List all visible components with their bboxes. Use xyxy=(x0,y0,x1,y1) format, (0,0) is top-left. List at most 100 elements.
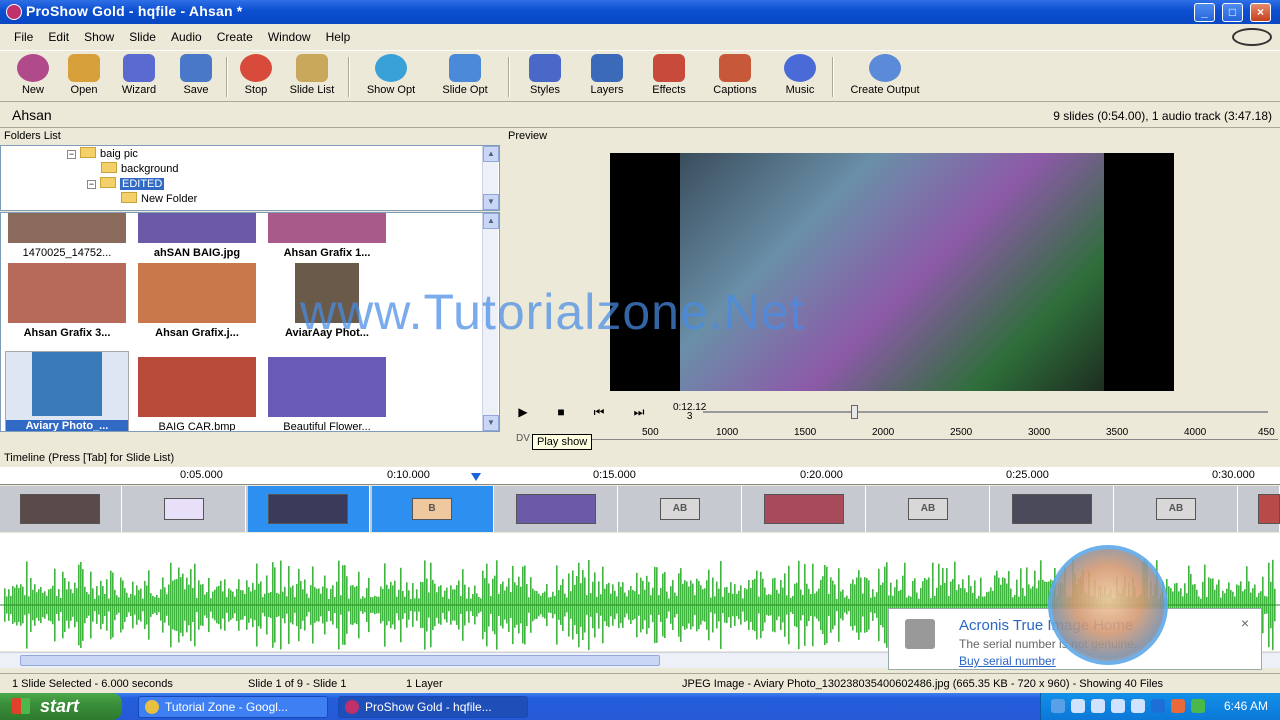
stop-button[interactable]: Stop xyxy=(236,54,276,102)
new-button[interactable]: New xyxy=(14,54,52,102)
file-thumb[interactable]: Ahsan Grafix 3... xyxy=(5,263,129,351)
preview-screen[interactable] xyxy=(610,153,1174,391)
buy-serial-link[interactable]: Buy serial number xyxy=(959,654,1056,668)
thumbnail-image xyxy=(138,263,256,323)
styles-button[interactable]: Styles xyxy=(524,54,566,102)
folder-baig-pic[interactable]: − baig pic xyxy=(67,147,138,162)
tray-ie-icon[interactable] xyxy=(1151,699,1165,713)
taskbar-item-chrome[interactable]: Tutorial Zone - Googl... xyxy=(138,696,328,718)
play-icon[interactable]: ▶ xyxy=(515,405,531,419)
tray-network-icon[interactable] xyxy=(1071,699,1085,713)
status-file-info: JPEG Image - Aviary Photo_13023803540060… xyxy=(682,678,1164,690)
transition-icon: B xyxy=(412,498,452,520)
status-selection: 1 Slide Selected - 6.000 seconds xyxy=(12,678,173,690)
timeline-ruler[interactable]: 0:05.000 0:10.000 0:15.000 0:20.000 0:25… xyxy=(0,467,1280,485)
show-summary: 9 slides (0:54.00), 1 audio track (3:47.… xyxy=(1053,109,1272,123)
slide-item[interactable] xyxy=(744,486,866,532)
scroll-down-icon[interactable]: ▼ xyxy=(483,415,499,431)
stop-icon[interactable]: ■ xyxy=(553,405,569,419)
folder-background[interactable]: background xyxy=(101,162,179,177)
folder-edited[interactable]: − EDITED xyxy=(87,177,165,192)
transition-item[interactable] xyxy=(124,486,246,532)
taskbar: start Tutorial Zone - Googl... ProShow G… xyxy=(0,693,1280,720)
folders-scrollbar[interactable]: ▲ ▼ xyxy=(482,146,499,210)
scrollbar-thumb[interactable] xyxy=(20,655,660,666)
menu-edit[interactable]: Edit xyxy=(42,26,75,44)
preview-ruler: 500 1000 1500 2000 2500 3000 3500 4000 4… xyxy=(510,425,1280,449)
playhead-icon[interactable] xyxy=(471,473,481,481)
maximize-button[interactable]: □ xyxy=(1222,3,1243,22)
file-thumb-selected[interactable]: Aviary Photo_... xyxy=(5,351,129,431)
show-options-button[interactable]: Show Opt xyxy=(360,54,422,102)
slide-options-button[interactable]: Slide Opt xyxy=(436,54,494,102)
collapse-icon[interactable]: − xyxy=(87,180,96,189)
slider-knob[interactable] xyxy=(851,405,858,419)
menu-audio[interactable]: Audio xyxy=(165,26,208,44)
windows-logo-icon xyxy=(12,698,30,714)
folder-new-folder[interactable]: New Folder xyxy=(121,192,197,207)
layers-button[interactable]: Layers xyxy=(584,54,630,102)
save-button[interactable]: Save xyxy=(176,54,216,102)
file-thumb[interactable]: BAIG CAR.bmp xyxy=(135,357,259,431)
watermark-avatar-logo xyxy=(1048,545,1168,665)
folder-icon xyxy=(101,162,117,173)
scroll-down-icon[interactable]: ▼ xyxy=(483,194,499,210)
open-button[interactable]: Open xyxy=(64,54,104,102)
status-bar: 1 Slide Selected - 6.000 seconds Slide 1… xyxy=(0,673,1280,693)
slide-item[interactable] xyxy=(496,486,618,532)
save-icon xyxy=(180,54,212,82)
create-output-icon xyxy=(869,54,901,82)
slide-item[interactable] xyxy=(1240,486,1280,532)
previous-slide-icon[interactable]: ⏮ xyxy=(591,405,607,419)
collapse-icon[interactable]: − xyxy=(67,150,76,159)
tray-security-icon[interactable] xyxy=(1111,699,1125,713)
slide-list-button[interactable]: Slide List xyxy=(284,54,340,102)
timeline-tick: 0:15.000 xyxy=(593,469,636,481)
slide-item-selected[interactable] xyxy=(248,486,370,532)
file-thumb[interactable]: Ahsan Grafix.j... xyxy=(135,263,259,351)
create-output-button[interactable]: Create Output xyxy=(842,54,928,102)
taskbar-item-proshow[interactable]: ProShow Gold - hqfile... xyxy=(338,696,528,718)
playback-slider[interactable] xyxy=(703,405,1268,419)
tray-app-icon[interactable] xyxy=(1131,699,1145,713)
effects-button[interactable]: Effects xyxy=(646,54,692,102)
tray-update-icon[interactable] xyxy=(1191,699,1205,713)
transition-item[interactable]: AB xyxy=(620,486,742,532)
transition-item[interactable]: AB xyxy=(1116,486,1238,532)
app-icon xyxy=(6,4,22,20)
transition-item-selected[interactable]: B xyxy=(372,486,494,532)
ruler-tick: 450 xyxy=(1258,427,1275,438)
slide-item[interactable] xyxy=(0,486,122,532)
transition-icon: AB xyxy=(660,498,700,520)
effects-icon xyxy=(653,54,685,82)
slide-item[interactable] xyxy=(992,486,1114,532)
thumbnail-image xyxy=(8,213,126,243)
file-thumb[interactable]: Beautiful Flower... xyxy=(265,357,389,431)
scroll-up-icon[interactable]: ▲ xyxy=(483,146,499,162)
menu-file[interactable]: File xyxy=(8,26,39,44)
show-name[interactable]: Ahsan xyxy=(12,107,52,123)
menu-slide[interactable]: Slide xyxy=(123,26,162,44)
slide-list-icon xyxy=(296,54,328,82)
toolbar-separator xyxy=(508,57,510,97)
close-button[interactable]: × xyxy=(1250,3,1271,22)
menu-create[interactable]: Create xyxy=(211,26,259,44)
wizard-button[interactable]: Wizard xyxy=(116,54,162,102)
next-slide-icon[interactable]: ⏭ xyxy=(631,405,647,419)
tray-alert-icon[interactable] xyxy=(1171,699,1185,713)
tray-volume-icon[interactable] xyxy=(1091,699,1105,713)
menu-window[interactable]: Window xyxy=(262,26,317,44)
menu-show[interactable]: Show xyxy=(78,26,120,44)
tray-chevron-icon[interactable] xyxy=(1051,699,1065,713)
notification-close-icon[interactable]: × xyxy=(1241,615,1249,631)
watermark-text: www.Tutorialzone.Net xyxy=(300,284,805,340)
scroll-up-icon[interactable]: ▲ xyxy=(483,213,499,229)
timeline-tick: 0:20.000 xyxy=(800,469,843,481)
transition-item[interactable]: AB xyxy=(868,486,990,532)
folders-tree: − baig pic background − EDITED New Folder … xyxy=(0,145,500,211)
captions-button[interactable]: Captions xyxy=(706,54,764,102)
music-button[interactable]: Music xyxy=(778,54,822,102)
start-button[interactable]: start xyxy=(0,693,122,720)
minimize-button[interactable]: _ xyxy=(1194,3,1215,22)
menu-help[interactable]: Help xyxy=(320,26,357,44)
